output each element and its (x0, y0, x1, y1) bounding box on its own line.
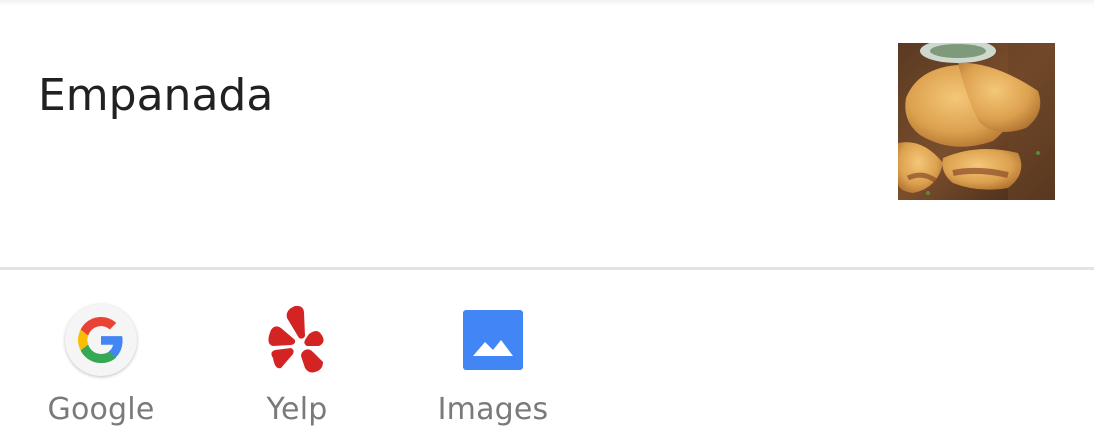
entity-title: Empanada (38, 70, 274, 121)
google-action-label: Google (47, 392, 155, 427)
yelp-icon-wrapper (259, 302, 335, 378)
google-icon (78, 317, 123, 363)
images-icon (463, 310, 523, 370)
yelp-action-button[interactable]: Yelp (217, 270, 377, 448)
images-action-button[interactable]: Images (413, 270, 573, 448)
entity-card[interactable]: Empanada (0, 0, 1094, 268)
quick-actions-row: Google Yelp Images (0, 270, 1094, 448)
yelp-action-label: Yelp (266, 392, 328, 427)
google-action-button[interactable]: Google (21, 270, 181, 448)
entity-thumbnail[interactable] (898, 43, 1055, 200)
google-icon-wrapper (63, 302, 139, 378)
empanada-photo-icon (898, 43, 1055, 200)
images-icon-wrapper (455, 302, 531, 378)
images-action-label: Images (437, 392, 549, 427)
yelp-icon (268, 305, 324, 373)
